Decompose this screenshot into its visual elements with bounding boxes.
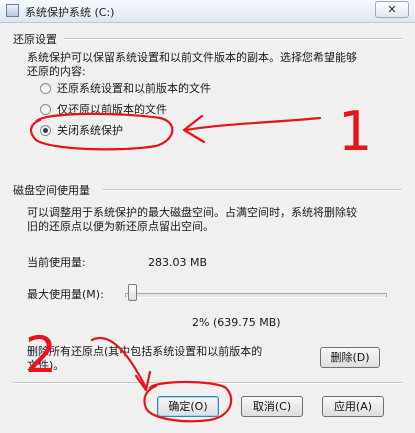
radio-label: 关闭系统保护 [57,124,123,137]
disk-description-line1: 可以调整用于系统保护的最大磁盘空间。占满空间时，系统将删除较 [27,206,357,219]
max-usage-label: 最大使用量(M): [27,288,104,301]
radio-button-selected[interactable] [40,125,51,136]
radio-label: 仅还原以前版本的文件 [57,103,167,116]
delete-description-line1: 删除所有还原点(其中包括系统设置和以前版本的 [27,345,263,358]
max-usage-value: 2% (639.75 MB) [192,316,281,329]
window-icon [6,4,19,17]
radio-button[interactable] [40,104,51,115]
restore-description-line2: 还原的内容: [27,65,86,78]
disk-usage-title: 磁盘空间使用量 [13,184,90,197]
cancel-button[interactable]: 取消(C) [241,396,303,417]
arrow-line [184,116,322,132]
apply-button[interactable]: 应用(A) [322,396,384,417]
title-bar: 系统保护系统 (C:) ✕ [0,0,415,23]
arrow-head [134,370,152,392]
radio-label: 还原系统设置和以前版本的文件 [57,82,211,95]
window-title: 系统保护系统 (C:) [25,6,115,19]
max-usage-slider-thumb[interactable] [128,284,137,301]
delete-button[interactable]: 删除(D) [320,347,380,368]
max-usage-slider-track[interactable] [125,293,387,298]
close-button[interactable]: ✕ [375,1,409,18]
current-usage-label: 当前使用量: [27,256,86,269]
divider [64,38,402,40]
footer-divider [13,382,402,384]
restore-settings-title: 还原设置 [13,33,57,46]
divider [102,189,402,191]
arrow-head [182,114,206,144]
radio-button[interactable] [40,83,51,94]
current-usage-value: 283.03 MB [148,256,208,269]
delete-description-line2: 文件)。 [27,359,65,372]
disk-description-line2: 旧的还原点以便为新还原点留出空间。 [27,220,214,233]
annotation-number-1: 1 [338,100,372,163]
ok-button[interactable]: 确定(O) [157,396,219,417]
restore-description-line1: 系统保护可以保留系统设置和以前文件版本的副本。选择您希望能够 [27,51,357,64]
